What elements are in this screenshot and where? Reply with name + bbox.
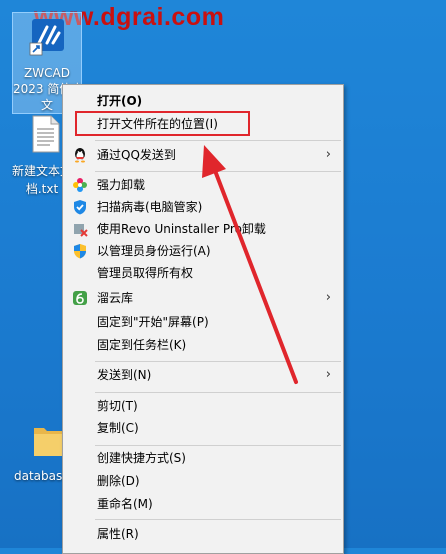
menu-item-label: 重命名(M): [97, 497, 153, 511]
menu-item-rename[interactable]: 重命名(M): [63, 493, 343, 515]
menu-item-label: 打开(O): [97, 94, 143, 108]
shield-icon: [74, 200, 86, 215]
menu-item-label: 溜云库: [97, 291, 134, 305]
menu-item-label: 固定到"开始"屏幕(P): [97, 315, 209, 329]
menu-separator: [95, 171, 341, 172]
menu-item-label: 通过QQ发送到: [97, 148, 176, 162]
menu-separator: [95, 140, 341, 141]
menu-item-label: 创建快捷方式(S): [97, 451, 186, 465]
menu-item-revo-uninstall[interactable]: 使用Revo Uninstaller Pro卸载: [63, 218, 343, 240]
uninstall-flower-icon: [73, 178, 87, 192]
submenu-arrow-icon: ›: [325, 147, 331, 162]
text-document-icon: [32, 115, 60, 153]
menu-item-label: 以管理员身份运行(A): [97, 244, 211, 258]
menu-item-properties[interactable]: 属性(R): [63, 523, 343, 545]
menu-item-run-as-admin[interactable]: 以管理员身份运行(A): [63, 240, 343, 262]
menu-item-label: 复制(C): [97, 421, 139, 435]
menu-item-cut[interactable]: 剪切(T): [63, 395, 343, 417]
menu-item-label: 剪切(T): [97, 399, 138, 413]
zwcad-label-line1: ZWCAD: [24, 66, 70, 80]
menu-item-virus-scan[interactable]: 扫描病毒(电脑管家): [63, 196, 343, 218]
menu-item-label: 扫描病毒(电脑管家): [97, 200, 203, 214]
menu-item-pin-to-taskbar[interactable]: 固定到任务栏(K): [63, 334, 343, 356]
menu-item-label: 使用Revo Uninstaller Pro卸载: [97, 222, 266, 236]
menu-separator: [95, 392, 341, 393]
menu-item-force-uninstall[interactable]: 强力卸载: [63, 174, 343, 196]
menu-item-open[interactable]: 打开(O): [63, 90, 343, 112]
menu-item-send-to[interactable]: 发送到(N) ›: [63, 364, 343, 386]
menu-item-label: 发送到(N): [97, 368, 152, 382]
folder-icon: [34, 428, 62, 456]
menu-item-label: 强力卸载: [97, 178, 146, 192]
context-menu: 打开(O) 打开文件所在的位置(I) 通过QQ发送到 › 强力卸载 扫描病毒(电…: [62, 84, 344, 554]
liuyunku-icon: [73, 291, 87, 305]
menu-item-send-via-qq[interactable]: 通过QQ发送到 ›: [63, 144, 343, 166]
uac-shield-icon: [74, 244, 86, 259]
menu-separator: [95, 519, 341, 520]
menu-item-liuyunku[interactable]: 溜云库 ›: [63, 287, 343, 309]
highlight-annotation-box: [75, 111, 250, 136]
menu-item-delete[interactable]: 删除(D): [63, 470, 343, 492]
qq-icon: [75, 148, 85, 163]
menu-item-label: 属性(R): [97, 527, 139, 541]
menu-item-pin-to-start[interactable]: 固定到"开始"屏幕(P): [63, 311, 343, 333]
submenu-arrow-icon: ›: [325, 367, 331, 382]
menu-separator: [95, 361, 341, 362]
menu-separator: [95, 445, 341, 446]
menu-item-label: 管理员取得所有权: [97, 266, 194, 280]
menu-item-copy[interactable]: 复制(C): [63, 417, 343, 439]
submenu-arrow-icon: ›: [325, 290, 331, 305]
menu-item-take-ownership[interactable]: 管理员取得所有权: [63, 262, 343, 284]
menu-item-label: 固定到任务栏(K): [97, 338, 187, 352]
menu-item-label: 删除(D): [97, 474, 140, 488]
revo-icon: [74, 224, 88, 237]
zwcad-app-icon: [29, 19, 64, 56]
menu-item-create-shortcut[interactable]: 创建快捷方式(S): [63, 447, 343, 469]
